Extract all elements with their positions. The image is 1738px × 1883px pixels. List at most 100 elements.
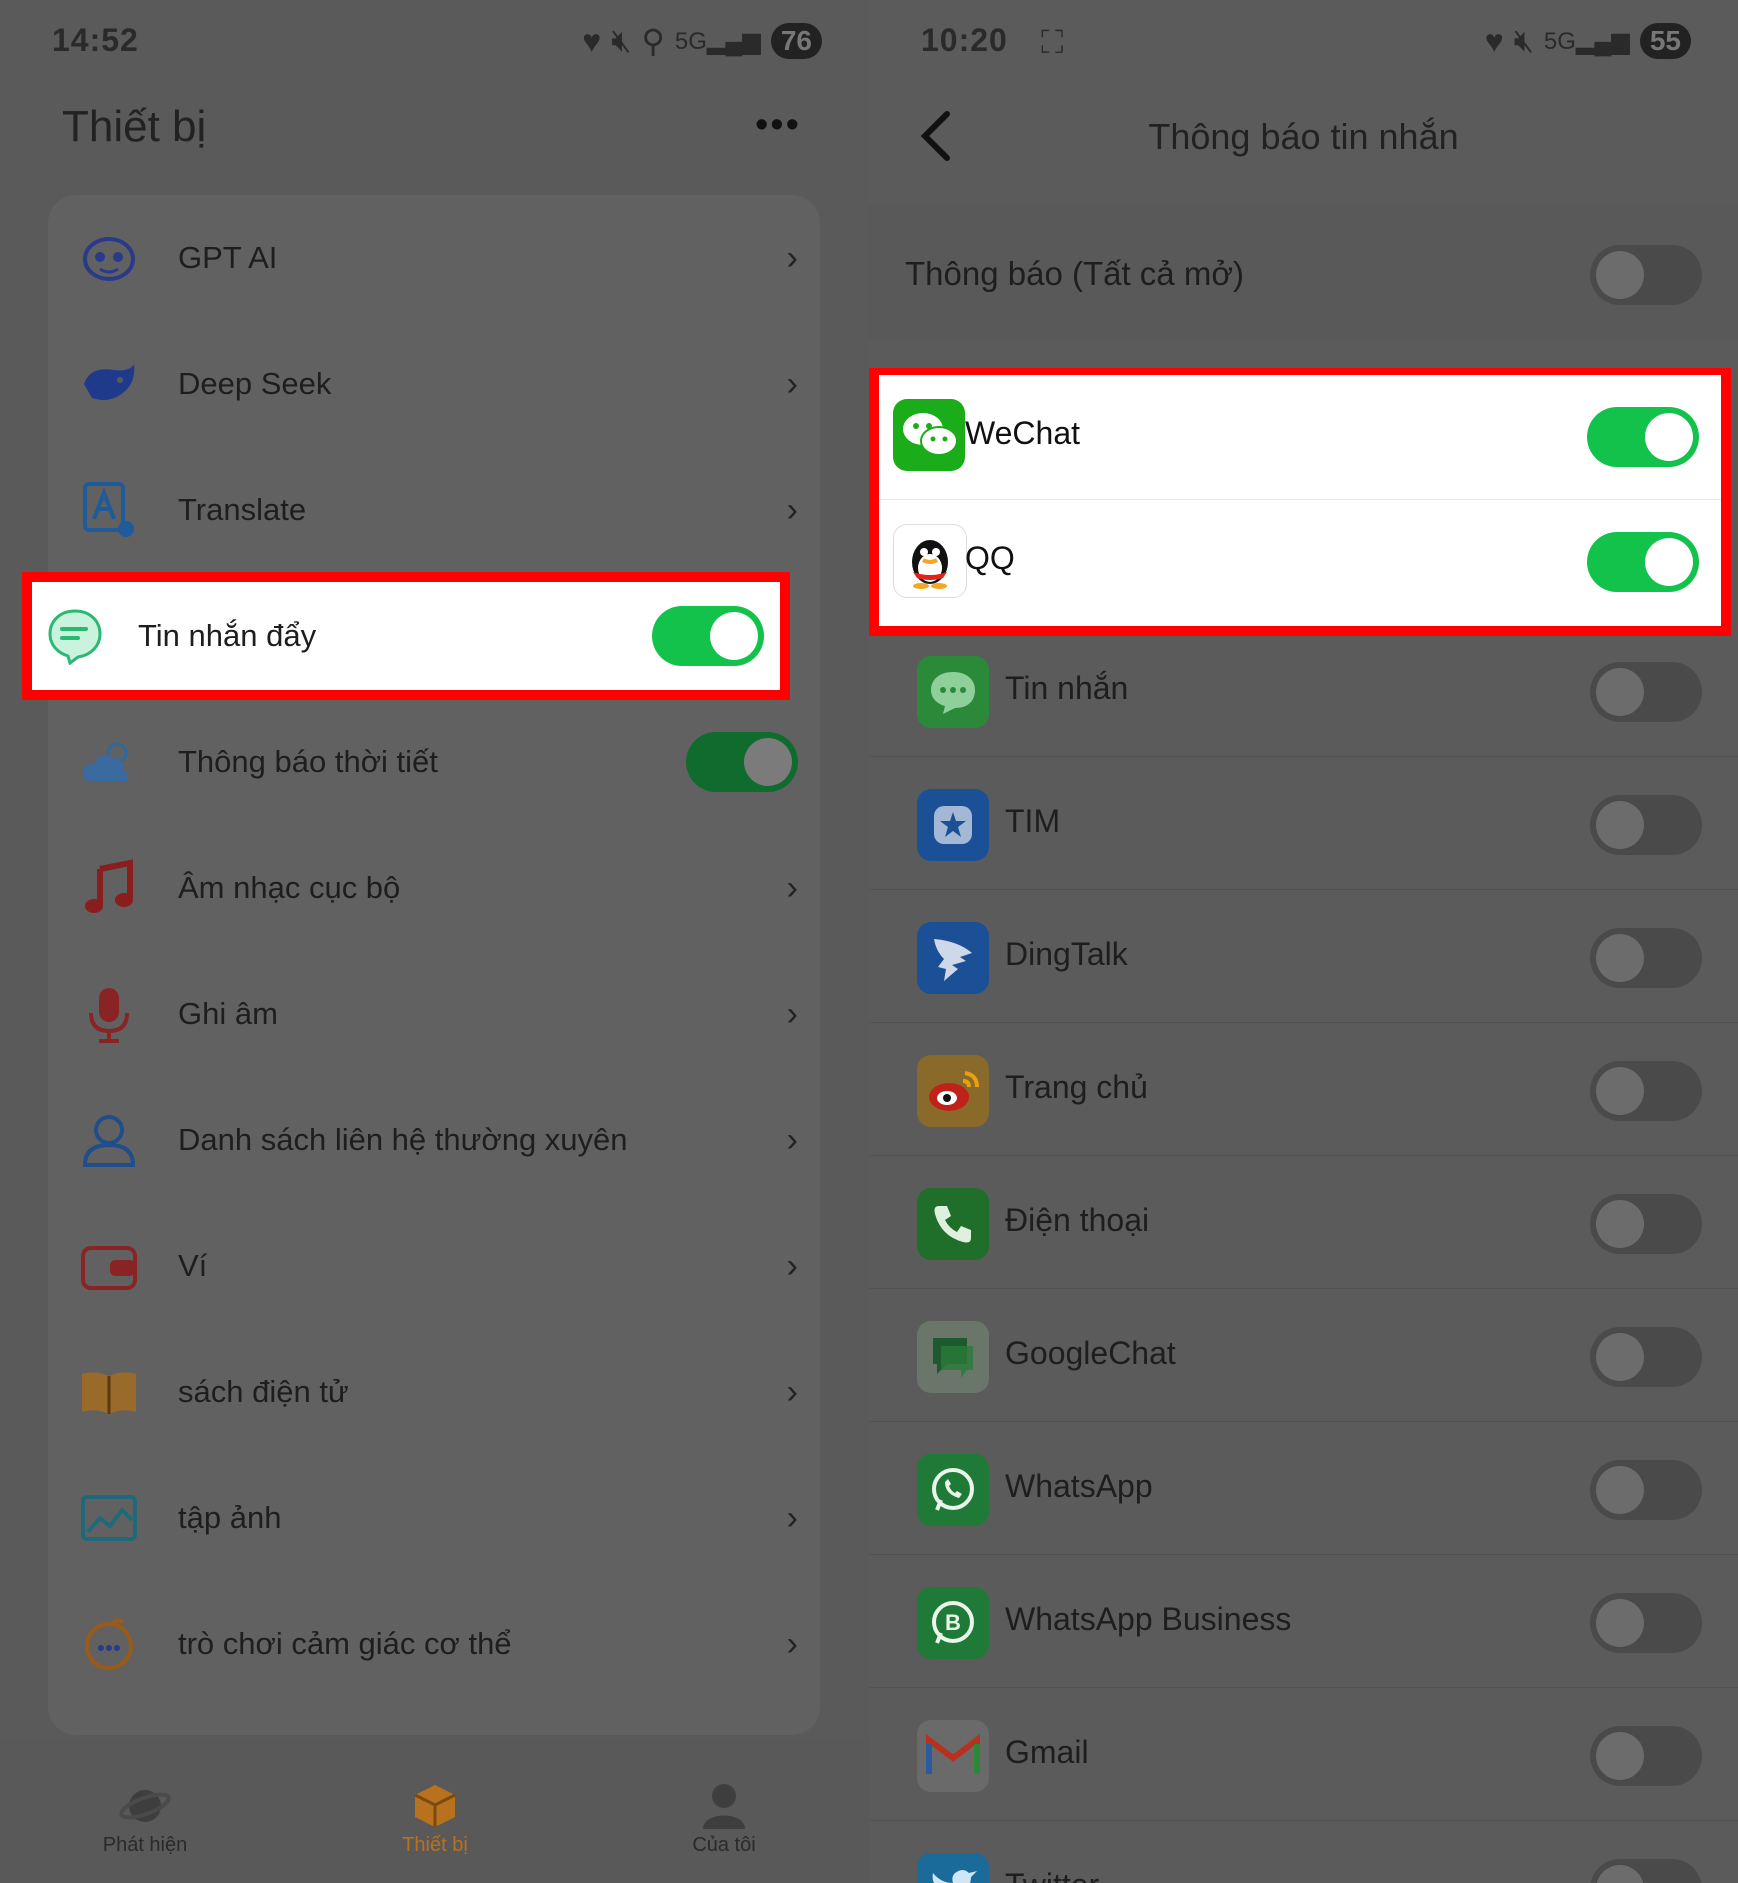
robot-icon bbox=[78, 227, 140, 289]
-i-n-tho-i-app-icon bbox=[917, 1188, 989, 1260]
device-item-label: Translate bbox=[178, 492, 307, 527]
device-item[interactable]: Âm nhạc cục bộ › bbox=[78, 838, 798, 938]
chat-bubble-icon bbox=[44, 605, 106, 667]
device-item[interactable]: Danh sách liên hệ thường xuyên › bbox=[78, 1090, 798, 1190]
app-label: Trang chủ bbox=[1005, 1069, 1148, 1105]
microphone-icon bbox=[78, 983, 140, 1045]
chevron-right-icon: › bbox=[786, 1120, 798, 1159]
app-label: Điện thoại bbox=[1005, 1202, 1150, 1238]
contact-icon bbox=[78, 1109, 140, 1171]
dingtalk-app-icon bbox=[917, 922, 989, 994]
nav-discover[interactable]: Phát hiện bbox=[55, 1778, 235, 1857]
device-item-label: Deep Seek bbox=[178, 366, 332, 401]
chevron-right-icon: › bbox=[786, 994, 798, 1033]
device-item[interactable]: sách điện tử › bbox=[78, 1342, 798, 1442]
status-icons: ♥ 🔇︎ ⚲ 5G▂▄▆ 76 bbox=[582, 22, 822, 60]
app-label: WeChat bbox=[965, 415, 1081, 451]
tim-app-icon bbox=[917, 789, 989, 861]
weather-icon bbox=[78, 731, 140, 793]
app-label: DingTalk bbox=[1005, 936, 1128, 972]
photo-album-icon bbox=[78, 1487, 140, 1549]
device-item[interactable]: Translate › bbox=[78, 460, 798, 560]
status-bar: 10:20 ⛶ ♥ 🔇︎ 5G▂▄▆ 55 bbox=[921, 18, 1691, 62]
gmail-app-icon bbox=[917, 1720, 989, 1792]
app-notification-toggle[interactable] bbox=[1590, 1194, 1702, 1254]
app-notification-toggle[interactable] bbox=[1590, 1593, 1702, 1653]
signal-icon: 5G▂▄▆ bbox=[1543, 27, 1630, 55]
app-notification-toggle[interactable] bbox=[1590, 1061, 1702, 1121]
battery-badge: 76 bbox=[770, 23, 822, 59]
app-label: QQ bbox=[965, 540, 1015, 576]
app-notification-row[interactable]: Gmail bbox=[869, 1688, 1738, 1821]
device-item-label: sách điện tử bbox=[178, 1374, 349, 1409]
app-notification-row[interactable]: Điện thoại bbox=[869, 1156, 1738, 1289]
bottom-nav: Phát hiện Thiết bị Của tôi bbox=[0, 1738, 869, 1883]
app-notification-row[interactable]: TIM bbox=[869, 757, 1738, 890]
chevron-right-icon: › bbox=[786, 490, 798, 529]
device-box-icon bbox=[345, 1778, 525, 1834]
app-notification-toggle[interactable] bbox=[1590, 1460, 1702, 1520]
status-bar: 14:52 ♥ 🔇︎ ⚲ 5G▂▄▆ 76 bbox=[52, 18, 822, 62]
app-notification-toggle[interactable] bbox=[1590, 1327, 1702, 1387]
app-notification-row[interactable]: QQ bbox=[879, 500, 1721, 624]
app-notification-toggle[interactable] bbox=[1590, 1859, 1702, 1883]
all-notifications-row[interactable]: Thông báo (Tất cả mở) bbox=[869, 205, 1738, 340]
device-item[interactable]: tập ảnh › bbox=[78, 1468, 798, 1568]
game-icon bbox=[78, 1613, 140, 1675]
device-item[interactable]: Deep Seek › bbox=[78, 334, 798, 434]
chevron-right-icon: › bbox=[786, 1624, 798, 1663]
app-notification-row[interactable]: Tin nhắn bbox=[869, 624, 1738, 757]
app-notification-row[interactable]: Twitter bbox=[869, 1821, 1738, 1883]
app-notification-row[interactable]: DingTalk bbox=[869, 890, 1738, 1023]
app-notification-row[interactable]: WhatsApp bbox=[869, 1422, 1738, 1555]
svg-text:B: B bbox=[945, 1610, 961, 1635]
tin-nh-n-app-icon bbox=[917, 656, 989, 728]
app-notification-toggle[interactable] bbox=[1590, 795, 1702, 855]
app-notification-row[interactable]: WeChat bbox=[879, 375, 1721, 500]
app-label: Tin nhắn bbox=[1005, 670, 1129, 706]
nav-device[interactable]: Thiết bị bbox=[345, 1778, 525, 1857]
device-item-label: tập ảnh bbox=[178, 1500, 282, 1535]
nav-label: Phát hiện bbox=[102, 1834, 188, 1856]
notification-screen: 10:20 ⛶ ♥ 🔇︎ 5G▂▄▆ 55 Thông báo tin nhắn… bbox=[869, 0, 1738, 1883]
device-item[interactable]: Tin nhắn đẩy bbox=[44, 586, 764, 686]
app-label: GoogleChat bbox=[1005, 1335, 1176, 1371]
battery-badge: 55 bbox=[1639, 23, 1691, 59]
location-icon: ⚲ bbox=[641, 23, 665, 59]
whatsapp-app-icon bbox=[917, 1454, 989, 1526]
chevron-right-icon: › bbox=[786, 868, 798, 907]
book-icon bbox=[78, 1361, 140, 1423]
device-item-label: Ghi âm bbox=[178, 996, 278, 1031]
page-title: Thông báo tin nhắn bbox=[1148, 116, 1459, 157]
push-toggle[interactable] bbox=[652, 606, 764, 666]
app-label: WhatsApp bbox=[1005, 1468, 1153, 1504]
device-item[interactable]: Thông báo thời tiết bbox=[78, 712, 798, 812]
more-options-button[interactable]: ••• bbox=[755, 104, 801, 147]
trang-ch-app-icon bbox=[917, 1055, 989, 1127]
all-notifications-toggle[interactable] bbox=[1590, 245, 1702, 305]
whale-icon bbox=[78, 353, 140, 415]
app-notification-toggle[interactable] bbox=[1590, 1726, 1702, 1786]
app-label: TIM bbox=[1005, 803, 1061, 839]
app-notification-row[interactable]: GoogleChat bbox=[869, 1289, 1738, 1422]
push-toggle[interactable] bbox=[686, 732, 798, 792]
app-notification-toggle[interactable] bbox=[1587, 532, 1699, 592]
device-item[interactable]: Ghi âm › bbox=[78, 964, 798, 1064]
device-item[interactable]: Ví › bbox=[78, 1216, 798, 1316]
mute-icon: 🔇︎ bbox=[1513, 22, 1534, 58]
device-item[interactable]: trò chơi cảm giác cơ thể › bbox=[78, 1594, 798, 1694]
app-notification-toggle[interactable] bbox=[1587, 407, 1699, 467]
all-notifications-label: Thông báo (Tất cả mở) bbox=[905, 255, 1244, 292]
nav-label: Thiết bị bbox=[402, 1834, 468, 1856]
wallet-icon bbox=[78, 1235, 140, 1297]
chevron-right-icon: › bbox=[786, 238, 798, 277]
app-notification-row[interactable]: Trang chủ bbox=[869, 1023, 1738, 1156]
app-notification-toggle[interactable] bbox=[1590, 662, 1702, 722]
app-notification-toggle[interactable] bbox=[1590, 928, 1702, 988]
chevron-right-icon: › bbox=[786, 364, 798, 403]
nav-profile[interactable]: Của tôi bbox=[634, 1778, 814, 1857]
app-label: Twitter bbox=[1005, 1867, 1099, 1883]
app-notification-row[interactable]: B WhatsApp Business bbox=[869, 1555, 1738, 1688]
chevron-right-icon: › bbox=[786, 1246, 798, 1285]
device-item[interactable]: GPT AI › bbox=[78, 208, 798, 308]
